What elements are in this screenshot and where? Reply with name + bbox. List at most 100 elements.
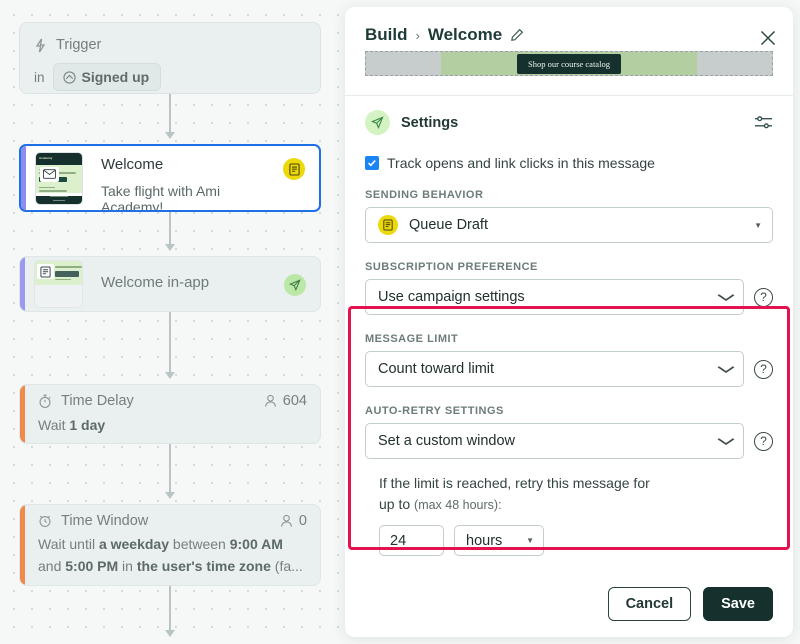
subscription-preference-value: Use campaign settings xyxy=(378,289,525,305)
node-subtitle: Take flight with Ami Academy! xyxy=(101,183,221,212)
tw-line2-a: and xyxy=(38,557,66,574)
node-text-block: Welcome Take flight with Ami Academy! xyxy=(83,146,283,210)
person-icon xyxy=(264,394,277,408)
chevron-down-icon xyxy=(716,365,736,374)
clock-window-icon xyxy=(38,514,52,528)
auto-retry-desc-line2-a: up to xyxy=(379,496,415,512)
auto-retry-inputs: 24 hours ▼ xyxy=(379,525,773,556)
trigger-condition-row: in Signed up xyxy=(34,63,306,91)
workflow-node-welcome-email[interactable]: Academy Welcome Take flight with Ami Aca… xyxy=(19,144,321,212)
node-header-left: Time Window xyxy=(38,513,148,529)
preview-cta-button[interactable]: Shop our course catalog xyxy=(517,53,621,74)
stopwatch-icon xyxy=(38,394,52,409)
trigger-header: Trigger xyxy=(34,33,306,57)
retry-unit-select[interactable]: hours ▼ xyxy=(454,525,544,556)
auto-retry-row: Set a custom window ? xyxy=(365,423,773,459)
people-count-value: 0 xyxy=(298,513,307,529)
settings-title: Settings xyxy=(401,114,459,131)
sliders-icon[interactable] xyxy=(754,114,773,131)
email-preview-strip[interactable]: Shop our course catalog xyxy=(365,51,773,76)
person-icon xyxy=(280,514,293,528)
connector-arrow xyxy=(164,132,175,139)
save-button[interactable]: Save xyxy=(703,587,773,621)
workflow-node-time-delay[interactable]: Time Delay 604 Wait 1 day xyxy=(19,384,321,444)
tw-line2-d: the user's time zone xyxy=(136,557,271,574)
in-app-thumbnail xyxy=(34,260,83,308)
connector-line xyxy=(169,444,171,498)
panel-body: Settings Track opens and link clicks in … xyxy=(345,96,793,556)
cancel-button[interactable]: Cancel xyxy=(607,587,692,621)
tw-line2-e: (fa... xyxy=(270,557,303,574)
preview-content: Shop our course catalog xyxy=(441,52,697,75)
auto-retry-label: AUTO-RETRY SETTINGS xyxy=(365,405,504,417)
auto-retry-desc-line1: If the limit is reached, retry this mess… xyxy=(379,475,650,491)
thumbnail-header: Academy xyxy=(36,152,82,165)
workflow-canvas[interactable]: Trigger in Signed up Academy Welcome Tak… xyxy=(0,0,340,644)
draft-document-icon xyxy=(378,215,398,235)
question-mark-icon[interactable]: ? xyxy=(754,287,773,307)
settings-panel: Build › Welcome Shop our course catalog xyxy=(345,7,793,637)
breadcrumb-current: Welcome xyxy=(427,25,503,44)
trigger-preposition: in xyxy=(34,69,45,85)
question-mark-icon[interactable]: ? xyxy=(754,431,773,451)
node-people-count: 0 xyxy=(280,513,307,529)
breadcrumb-build[interactable]: Build xyxy=(365,25,408,45)
track-opens-label: Track opens and link clicks in this mess… xyxy=(387,155,655,171)
thumbnail-header-text: Academy xyxy=(39,155,53,160)
chevron-down-icon: ▼ xyxy=(754,220,762,230)
pencil-icon[interactable] xyxy=(510,28,524,42)
workflow-node-welcome-in-app[interactable]: Welcome in-app xyxy=(19,256,321,312)
question-mark-icon[interactable]: ? xyxy=(754,359,773,379)
email-thumbnail: Academy xyxy=(35,151,83,205)
panel-header: Build › Welcome xyxy=(345,7,793,47)
node-detail: Wait until a weekday between 9:00 AM and… xyxy=(38,534,307,577)
node-inner: Time Delay 604 Wait 1 day xyxy=(25,385,320,443)
track-opens-row[interactable]: Track opens and link clicks in this mess… xyxy=(365,155,773,171)
connector-arrow xyxy=(164,372,175,379)
message-limit-select[interactable]: Count toward limit xyxy=(365,351,744,387)
preview-gutter-right xyxy=(697,52,772,75)
chevron-down-icon xyxy=(716,293,736,302)
message-limit-label: MESSAGE LIMIT xyxy=(365,333,459,345)
workflow-node-trigger[interactable]: Trigger in Signed up xyxy=(19,22,321,94)
node-detail-prefix: Wait xyxy=(38,417,70,433)
segment-icon xyxy=(62,70,76,84)
tw-line2-b: 5:00 PM xyxy=(65,557,119,574)
close-x-icon[interactable] xyxy=(759,29,777,47)
app-root: Trigger in Signed up Academy Welcome Tak… xyxy=(0,0,800,644)
node-people-count: 604 xyxy=(264,393,307,409)
sending-behavior-select[interactable]: Queue Draft ▼ xyxy=(365,207,773,243)
chevron-down-icon xyxy=(716,437,736,446)
thumbnail-rest xyxy=(35,285,82,307)
auto-retry-value: Set a custom window xyxy=(378,433,516,449)
node-detail-value: 1 day xyxy=(69,417,106,433)
retry-unit-value: hours xyxy=(466,532,503,549)
settings-section-header: Settings xyxy=(365,110,773,135)
workflow-node-time-window[interactable]: Time Window 0 Wait until a weekday betwe… xyxy=(19,504,321,586)
message-limit-value: Count toward limit xyxy=(378,361,495,377)
tw-line1-a: Wait until xyxy=(38,536,99,552)
connector-line xyxy=(169,312,171,378)
node-detail: Wait 1 day xyxy=(38,417,307,433)
tw-line1-b: a weekday xyxy=(98,536,170,552)
sending-behavior-value: Queue Draft xyxy=(409,217,488,233)
connector-arrow xyxy=(164,492,175,499)
trigger-segment-chip[interactable]: Signed up xyxy=(52,63,162,91)
node-inner: Time Window 0 Wait until a weekday betwe… xyxy=(25,505,320,585)
lightning-icon xyxy=(34,38,47,53)
breadcrumb-separator: › xyxy=(415,27,420,43)
connector-arrow xyxy=(164,630,175,637)
subscription-preference-select[interactable]: Use campaign settings xyxy=(365,279,744,315)
retry-amount-input[interactable]: 24 xyxy=(379,525,444,556)
panel-footer: Cancel Save xyxy=(345,571,793,637)
node-title: Welcome in-app xyxy=(101,274,210,291)
connector-arrow xyxy=(164,244,175,251)
message-limit-row: Count toward limit ? xyxy=(365,351,773,387)
breadcrumb: Build › Welcome xyxy=(365,25,773,45)
chevron-down-icon: ▼ xyxy=(526,536,534,545)
track-opens-checkbox[interactable] xyxy=(365,156,379,170)
node-header-left: Time Delay xyxy=(38,393,134,409)
auto-retry-select[interactable]: Set a custom window xyxy=(365,423,744,459)
node-header-row: Time Delay 604 xyxy=(38,393,307,409)
node-header-row: Time Window 0 xyxy=(38,513,307,529)
